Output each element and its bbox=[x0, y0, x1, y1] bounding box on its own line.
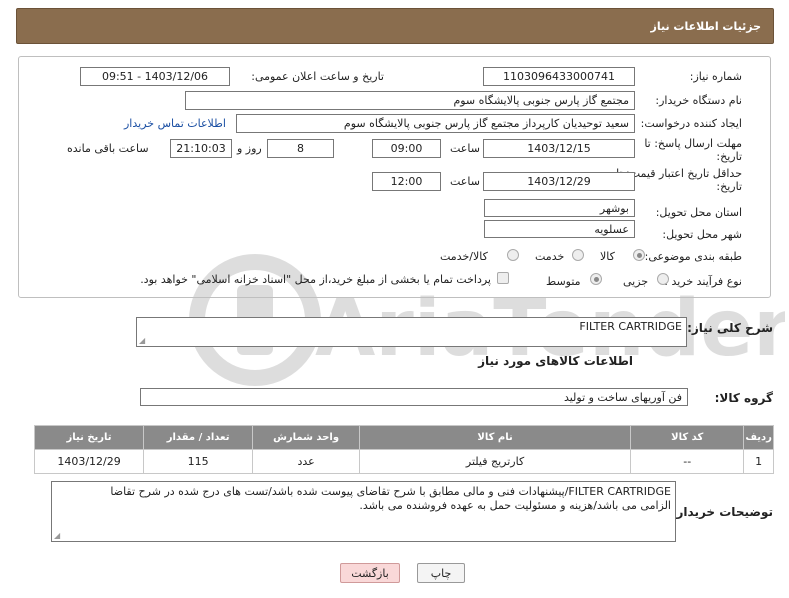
summary-textarea: FILTER CARTRIDGE ◢ bbox=[136, 317, 687, 347]
goods-info-title: اطلاعات کالاهای مورد نیاز bbox=[478, 354, 633, 368]
table-row: 1 -- کارتریج فیلتر عدد 115 1403/12/29 bbox=[33, 449, 774, 474]
price-validity-date-label: تاریخ: bbox=[716, 180, 742, 193]
announce-datetime-label: تاریخ و ساعت اعلان عمومی: bbox=[251, 70, 384, 83]
process-type-label: نوع فرآیند خرید : bbox=[664, 275, 742, 288]
back-button[interactable]: بازگشت bbox=[340, 563, 400, 583]
col-need-date: تاریخ نیاز bbox=[33, 425, 145, 450]
goods-group-label: گروه کالا: bbox=[714, 391, 773, 405]
buyer-notes-line-1: FILTER CARTRIDGE/پیشنهادات فنی و مالی مط… bbox=[110, 485, 671, 498]
deadline-time-field: 09:00 bbox=[372, 139, 441, 158]
process-medium-label: متوسط bbox=[546, 275, 581, 288]
category-service-label: خدمت bbox=[535, 250, 565, 263]
process-medium-radio[interactable] bbox=[590, 273, 602, 285]
buyer-org-label: نام دستگاه خریدار: bbox=[655, 94, 742, 107]
price-validity-time-label: ساعت bbox=[450, 175, 480, 188]
category-goods-service-radio[interactable] bbox=[507, 249, 519, 261]
col-row-number: ردیف bbox=[743, 425, 774, 450]
resize-grip-icon: ◢ bbox=[54, 531, 61, 540]
goods-table: ردیف کد کالا نام کالا واحد شمارش تعداد /… bbox=[33, 425, 774, 474]
category-goods-radio[interactable] bbox=[633, 249, 645, 261]
requester-field: سعید توحیدیان کارپرداز مجتمع گاز پارس جن… bbox=[236, 114, 635, 133]
buyer-org-field: مجتمع گاز پارس جنوبی پالایشگاه سوم bbox=[185, 91, 635, 110]
cell-item-name: کارتریج فیلتر bbox=[359, 449, 632, 474]
goods-group-field: فن آوریهای ساخت و تولید bbox=[140, 388, 688, 406]
cell-unit: عدد bbox=[252, 449, 361, 474]
deadline-label: مهلت ارسال پاسخ: تا bbox=[644, 137, 742, 150]
category-goods-label: کالا bbox=[600, 250, 615, 263]
col-item-code: کد کالا bbox=[630, 425, 745, 450]
city-field: عسلویه bbox=[484, 220, 635, 238]
announce-datetime-field: 1403/12/06 - 09:51 bbox=[80, 67, 230, 86]
cell-quantity: 115 bbox=[143, 449, 254, 474]
deadline-date-label: تاریخ: bbox=[716, 150, 742, 163]
cell-row-number: 1 bbox=[743, 449, 774, 474]
process-minor-radio[interactable] bbox=[657, 273, 669, 285]
category-label: طبقه بندی موضوعی: bbox=[644, 250, 742, 263]
category-goods-service-label: کالا/خدمت bbox=[440, 250, 488, 263]
price-validity-label: حداقل تاریخ اعتبار قیمت: تا bbox=[616, 167, 742, 180]
print-button[interactable]: چاپ bbox=[417, 563, 465, 583]
col-item-name: نام کالا bbox=[359, 425, 632, 450]
cell-need-date: 1403/12/29 bbox=[33, 449, 145, 474]
resize-grip-icon: ◢ bbox=[139, 336, 146, 345]
remaining-time-label: ساعت باقی مانده bbox=[67, 142, 149, 155]
price-validity-time-field: 12:00 bbox=[372, 172, 441, 191]
province-label: استان محل تحویل: bbox=[655, 206, 742, 219]
treasury-payment-checkbox[interactable] bbox=[497, 272, 509, 284]
buyer-notes-line-2: الزامی می باشد/هزینه و مسئولیت حمل به عه… bbox=[359, 499, 671, 512]
category-service-radio[interactable] bbox=[572, 249, 584, 261]
goods-table-header: ردیف کد کالا نام کالا واحد شمارش تعداد /… bbox=[33, 425, 774, 450]
process-minor-label: جزیی bbox=[623, 275, 649, 288]
remaining-time-field: 21:10:03 bbox=[170, 139, 232, 158]
requester-label: ایجاد کننده درخواست: bbox=[640, 117, 742, 130]
summary-text: FILTER CARTRIDGE bbox=[579, 320, 682, 333]
buyer-notes-textarea: FILTER CARTRIDGE/پیشنهادات فنی و مالی مط… bbox=[51, 481, 676, 542]
cell-item-code: -- bbox=[630, 449, 745, 474]
page-header: جزئیات اطلاعات نیاز bbox=[16, 8, 774, 44]
treasury-payment-note: پرداخت تمام یا بخشی از مبلغ خرید،از محل … bbox=[140, 273, 491, 286]
remaining-days-field: 8 bbox=[267, 139, 334, 158]
need-number-field: 1103096433000741 bbox=[483, 67, 635, 86]
col-unit: واحد شمارش bbox=[252, 425, 361, 450]
buyer-contact-link[interactable]: اطلاعات تماس خریدار bbox=[124, 117, 226, 130]
price-validity-date-field: 1403/12/29 bbox=[483, 172, 635, 191]
province-field: بوشهر bbox=[484, 199, 635, 217]
deadline-time-label: ساعت bbox=[450, 142, 480, 155]
col-quantity: تعداد / مقدار bbox=[143, 425, 254, 450]
summary-label: شرح کلی نیاز: bbox=[687, 321, 773, 335]
need-number-label: شماره نیاز: bbox=[689, 70, 742, 83]
deadline-date-field: 1403/12/15 bbox=[483, 139, 635, 158]
days-label: روز و bbox=[237, 142, 262, 155]
buyer-notes-label: توضیحات خریدار: bbox=[671, 505, 773, 519]
city-label: شهر محل تحویل: bbox=[662, 228, 742, 241]
page-title: جزئیات اطلاعات نیاز bbox=[650, 20, 762, 33]
